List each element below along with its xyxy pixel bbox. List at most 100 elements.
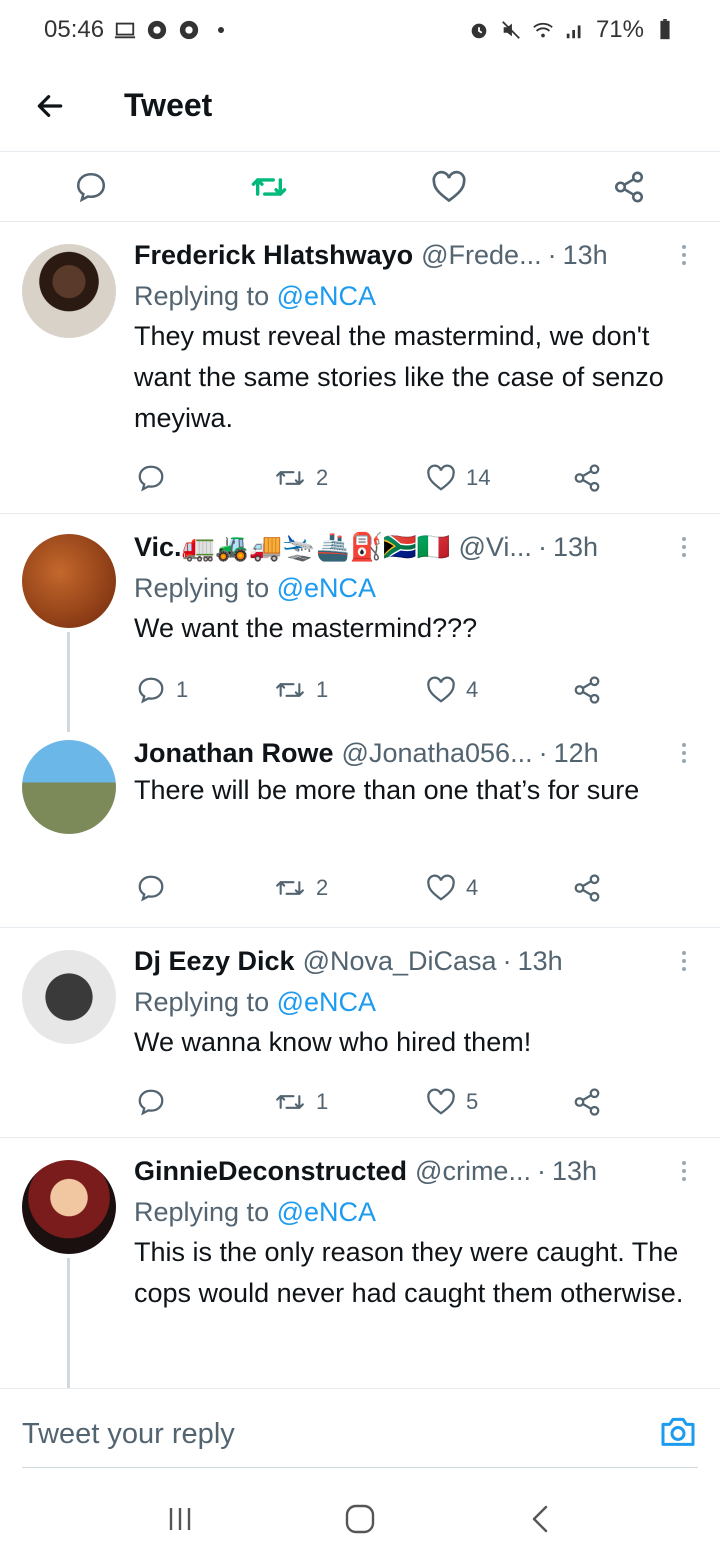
- reply-input[interactable]: Tweet your reply: [22, 1409, 622, 1459]
- retweet-button[interactable]: [246, 164, 292, 210]
- app-header: Tweet: [0, 60, 720, 152]
- heart-icon: [427, 874, 455, 901]
- tweet-text: We want the mastermind???: [134, 613, 478, 643]
- user-handle[interactable]: @Frede...: [421, 238, 541, 272]
- retweet-button[interactable]: 2: [274, 868, 328, 908]
- reply-button[interactable]: 1: [136, 670, 188, 710]
- display-name[interactable]: Vic.🚛🚜🚚🛬🚢⛽🇿🇦🇮🇹: [134, 530, 451, 564]
- comment-icon: [138, 1089, 164, 1116]
- tweet-content: Vic.🚛🚜🚚🛬🚢⛽🇿🇦🇮🇹 @Vi... · 13h Replying to …: [134, 530, 698, 649]
- heart-icon: [432, 170, 466, 203]
- timestamp[interactable]: 13h: [563, 238, 608, 272]
- avatar[interactable]: [22, 740, 116, 834]
- reply-tweet[interactable]: Jonathan Rowe @Jonatha056... · 12h There…: [0, 732, 720, 928]
- timestamp[interactable]: 12h: [554, 736, 599, 770]
- share-button[interactable]: [572, 458, 602, 498]
- share-icon: [574, 1088, 600, 1116]
- system-back-button[interactable]: [510, 1489, 570, 1549]
- reply-button[interactable]: [136, 868, 176, 908]
- separator: ·: [536, 1156, 546, 1186]
- reply-composer: Tweet your reply: [0, 1388, 720, 1478]
- share-button[interactable]: [606, 164, 652, 210]
- retweet-count: 2: [316, 465, 329, 490]
- share-icon: [574, 464, 600, 492]
- reply-tweet[interactable]: GinnieDeconstructed @crime... · 13h Repl…: [0, 1138, 720, 1388]
- reply-button[interactable]: [136, 1082, 176, 1122]
- user-handle[interactable]: @Vi...: [459, 530, 532, 564]
- like-button[interactable]: 4: [426, 670, 478, 710]
- like-button[interactable]: 14: [426, 458, 490, 498]
- avatar[interactable]: [22, 244, 116, 338]
- share-icon: [574, 874, 600, 902]
- like-button[interactable]: 4: [426, 868, 478, 908]
- recent-apps-button[interactable]: [150, 1489, 210, 1549]
- mention-link[interactable]: @eNCA: [277, 573, 376, 603]
- thread-line: [67, 1258, 70, 1388]
- replying-label: Replying to: [134, 573, 270, 603]
- mention-link[interactable]: @eNCA: [277, 1197, 376, 1227]
- like-button[interactable]: 5: [426, 1082, 478, 1122]
- like-button[interactable]: [426, 164, 472, 210]
- replying-to: Replying to @eNCA: [134, 276, 698, 316]
- status-right: 71%: [468, 16, 676, 44]
- heart-icon: [427, 464, 455, 491]
- retweet-icon: [276, 1095, 304, 1109]
- monitor-icon: [114, 22, 136, 39]
- display-name[interactable]: GinnieDeconstructed: [134, 1154, 407, 1188]
- tweet-header: GinnieDeconstructed @crime... · 13h: [134, 1154, 698, 1188]
- tweet-text: They must reveal the mastermind, we don'…: [134, 321, 664, 433]
- mute-icon: [502, 21, 520, 39]
- more-options-button[interactable]: [670, 530, 698, 564]
- display-name[interactable]: Dj Eezy Dick: [134, 944, 295, 978]
- user-handle[interactable]: @Jonatha056...: [342, 736, 533, 770]
- share-button[interactable]: [572, 670, 602, 710]
- replying-label: Replying to: [134, 1197, 270, 1227]
- more-options-button[interactable]: [670, 1154, 698, 1188]
- more-options-button[interactable]: [670, 944, 698, 978]
- more-vertical-icon: [682, 535, 686, 559]
- alarm-icon: [471, 23, 487, 39]
- share-button[interactable]: [572, 868, 602, 908]
- more-vertical-icon: [682, 243, 686, 267]
- retweet-button[interactable]: 1: [274, 1082, 328, 1122]
- replying-label: Replying to: [134, 281, 270, 311]
- more-vertical-icon: [682, 949, 686, 973]
- tweet-actions: 1 5: [134, 1082, 614, 1122]
- reply-tweet[interactable]: Frederick Hlatshwayo @Frede... · 13h Rep…: [0, 222, 720, 514]
- display-name[interactable]: Jonathan Rowe: [134, 736, 334, 770]
- arrow-left-icon: [37, 94, 63, 117]
- display-name[interactable]: Frederick Hlatshwayo: [134, 238, 413, 272]
- retweet-count: 1: [316, 1089, 329, 1114]
- camera-button[interactable]: [658, 1411, 698, 1451]
- like-count: 4: [466, 677, 479, 702]
- mention-link[interactable]: @eNCA: [277, 987, 376, 1017]
- avatar[interactable]: [22, 534, 116, 628]
- home-button[interactable]: [330, 1489, 390, 1549]
- timestamp[interactable]: 13h: [553, 530, 598, 564]
- retweet-count: 2: [316, 875, 329, 900]
- reply-button[interactable]: [68, 164, 114, 210]
- reply-tweet[interactable]: Dj Eezy Dick @Nova_DiCasa · 13h Replying…: [0, 928, 720, 1138]
- user-handle[interactable]: @Nova_DiCasa: [303, 944, 497, 978]
- mention-link[interactable]: @eNCA: [277, 281, 376, 311]
- more-options-button[interactable]: [670, 736, 698, 770]
- retweet-button[interactable]: 2: [274, 458, 328, 498]
- share-button[interactable]: [572, 1082, 602, 1122]
- reply-count: 1: [176, 677, 189, 702]
- reply-button[interactable]: [136, 458, 176, 498]
- replies-feed[interactable]: Frederick Hlatshwayo @Frede... · 13h Rep…: [0, 222, 720, 1388]
- avatar[interactable]: [22, 1160, 116, 1254]
- tweet-content: GinnieDeconstructed @crime... · 13h Repl…: [134, 1154, 698, 1314]
- timestamp[interactable]: 13h: [518, 944, 563, 978]
- retweet-button[interactable]: 1: [274, 670, 328, 710]
- status-left: 05:46: [44, 16, 225, 44]
- user-handle[interactable]: @crime...: [415, 1154, 531, 1188]
- back-button[interactable]: [20, 76, 80, 136]
- replying-to: Replying to @eNCA: [134, 982, 698, 1022]
- reply-tweet[interactable]: Vic.🚛🚜🚚🛬🚢⛽🇿🇦🇮🇹 @Vi... · 13h Replying to …: [0, 514, 720, 732]
- battery-level: 71%: [595, 16, 644, 43]
- avatar[interactable]: [22, 950, 116, 1044]
- more-options-button[interactable]: [670, 238, 698, 272]
- timestamp[interactable]: 13h: [552, 1154, 597, 1188]
- retweet-icon: [276, 683, 304, 697]
